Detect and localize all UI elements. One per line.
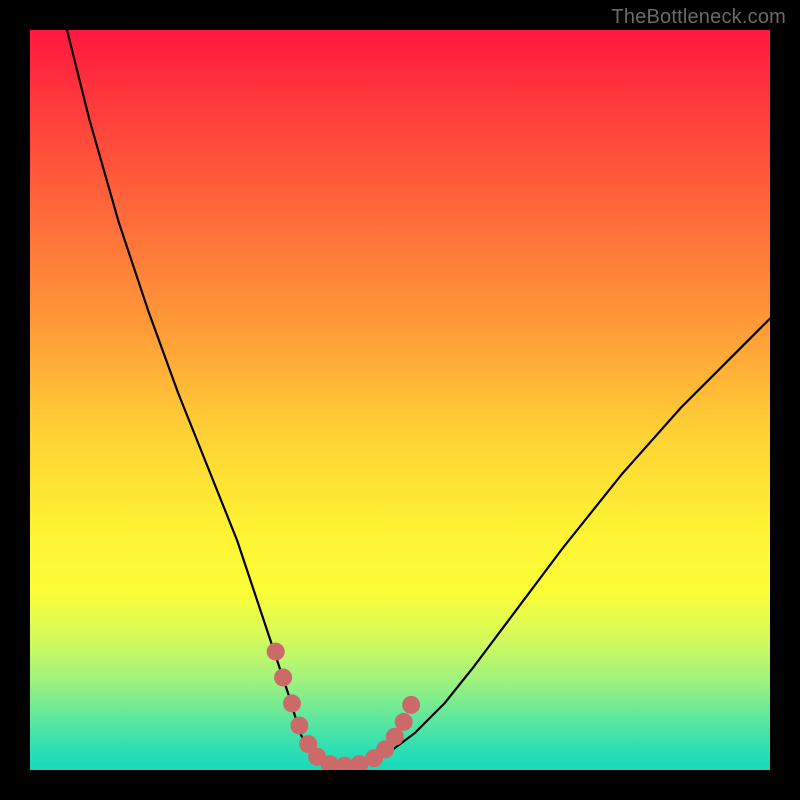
highlight-dot — [283, 694, 301, 712]
highlight-dot — [290, 717, 308, 735]
chart-svg — [30, 30, 770, 770]
highlight-dot — [274, 669, 292, 687]
watermark-text: TheBottleneck.com — [611, 6, 786, 29]
curve-path — [67, 30, 770, 766]
highlight-dot — [402, 696, 420, 714]
highlight-dot — [267, 643, 285, 661]
curve-series — [67, 30, 770, 766]
highlight-dot — [395, 713, 413, 731]
highlight-dots-series — [267, 643, 420, 770]
gradient-plot-area — [30, 30, 770, 770]
